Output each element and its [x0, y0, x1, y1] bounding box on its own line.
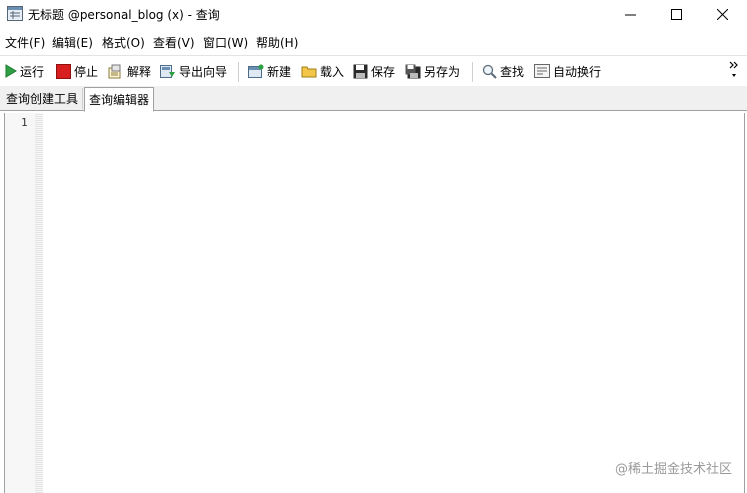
folder-icon: [301, 66, 317, 78]
tab-label: 查询创建工具: [6, 92, 79, 106]
stop-icon: [56, 63, 71, 79]
menu-window[interactable]: 窗口(W): [203, 34, 248, 51]
stop-button[interactable]: 停止: [56, 62, 98, 80]
export-wizard-label: 导出向导: [179, 64, 228, 79]
save-as-label: 另存为: [424, 64, 461, 79]
toolbar: 运行 停止 解释 导出向导 新建 载入 保存 另存为 查找 自动换行: [0, 55, 747, 86]
query-editor[interactable]: 1 @稀土掘金技术社区: [4, 113, 745, 493]
find-button[interactable]: 查找: [482, 62, 524, 80]
watermark: @稀土掘金技术社区: [614, 462, 732, 477]
new-query-icon: [248, 64, 264, 78]
export-icon: [160, 64, 175, 78]
load-label: 载入: [320, 64, 345, 79]
menu-edit[interactable]: 编辑(E): [52, 34, 93, 51]
menu-view[interactable]: 查看(V): [153, 34, 195, 51]
close-button[interactable]: [699, 0, 745, 28]
toolbar-separator: [238, 62, 239, 82]
tab-query-builder[interactable]: 查询创建工具: [2, 88, 84, 109]
find-label: 查找: [500, 64, 525, 79]
app-icon: [7, 6, 23, 21]
menu-help[interactable]: 帮助(H): [256, 34, 298, 51]
save-as-icon: [405, 64, 421, 78]
minimize-icon: [624, 14, 636, 15]
line-number-gutter: 1: [5, 113, 43, 493]
run-label: 运行: [20, 64, 45, 79]
run-button[interactable]: 运行: [5, 62, 44, 80]
menu-file[interactable]: 文件(F): [5, 34, 45, 51]
menu-bar: 文件(F) 编辑(E) 格式(O) 查看(V) 窗口(W) 帮助(H): [0, 30, 747, 52]
explain-button[interactable]: 解释: [108, 62, 151, 80]
word-wrap-button[interactable]: 自动换行: [534, 62, 601, 80]
tab-bar: 查询创建工具 查询编辑器: [0, 86, 747, 112]
explain-label: 解释: [127, 64, 152, 79]
new-label: 新建: [267, 64, 292, 79]
search-icon: [482, 64, 497, 79]
fold-margin: [35, 113, 43, 493]
stop-label: 停止: [74, 64, 99, 79]
save-icon: [353, 64, 368, 78]
new-button[interactable]: 新建: [248, 62, 291, 80]
line-number: 1: [21, 116, 28, 129]
save-button[interactable]: 保存: [353, 62, 395, 80]
save-as-button[interactable]: 另存为: [405, 62, 460, 80]
chevron-double-right-icon[interactable]: [729, 59, 739, 81]
window-title: 无标题 @personal_blog (x) - 查询: [28, 8, 220, 22]
save-label: 保存: [371, 64, 396, 79]
maximize-icon: [670, 8, 682, 20]
title-bar: 无标题 @personal_blog (x) - 查询: [0, 0, 747, 28]
explain-icon: [108, 64, 121, 78]
play-icon: [5, 64, 17, 78]
menu-format[interactable]: 格式(O): [102, 34, 145, 51]
word-wrap-icon: [534, 64, 550, 78]
close-icon: [716, 8, 728, 20]
minimize-button[interactable]: [607, 0, 653, 28]
tab-query-editor[interactable]: 查询编辑器: [84, 87, 155, 112]
export-wizard-button[interactable]: 导出向导: [160, 62, 227, 80]
word-wrap-label: 自动换行: [553, 64, 602, 79]
maximize-button[interactable]: [653, 0, 699, 28]
tab-label: 查询编辑器: [89, 93, 150, 107]
toolbar-separator: [472, 62, 473, 82]
load-button[interactable]: 载入: [301, 62, 344, 80]
